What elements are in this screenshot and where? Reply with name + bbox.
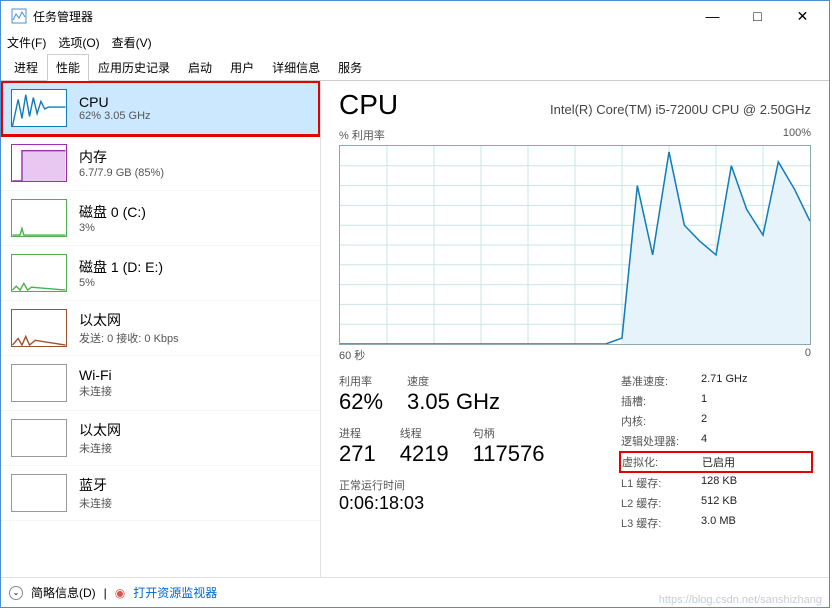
sidebar-item-label: 内存	[79, 147, 164, 167]
l1-cache-value: 128 KB	[701, 475, 737, 491]
titlebar[interactable]: 任务管理器 — □ ✕	[1, 1, 829, 31]
disk-thumbnail	[11, 199, 67, 237]
cores-label: 内核:	[621, 413, 701, 429]
content-area: CPU 62% 3.05 GHz 内存 6.7/7.9 GB (85%)	[1, 81, 829, 577]
handles-label: 句柄	[473, 425, 545, 441]
sidebar-item-label: 磁盘 1 (D: E:)	[79, 257, 163, 277]
handles-value: 117576	[473, 441, 545, 467]
menu-options[interactable]: 选项(O)	[58, 34, 99, 51]
processes-value: 271	[339, 441, 376, 467]
threads-label: 线程	[400, 425, 449, 441]
sidebar-item-sub: 未连接	[79, 383, 112, 399]
detail-panel: CPU Intel(R) Core(TM) i5-7200U CPU @ 2.5…	[321, 81, 829, 577]
cpu-thumbnail	[11, 89, 67, 127]
sidebar-item-label: 以太网	[79, 420, 121, 440]
l2-cache-value: 512 KB	[701, 495, 737, 511]
resmon-icon: ◉	[115, 586, 125, 600]
tab-details[interactable]: 详细信息	[263, 54, 329, 81]
sidebar-item-label: 蓝牙	[79, 475, 112, 495]
sidebar-item-disk0[interactable]: 磁盘 0 (C:) 3%	[1, 191, 320, 246]
sidebar-item-sub: 5%	[79, 277, 163, 289]
sidebar-item-label: Wi-Fi	[79, 367, 112, 383]
virtualization-label: 虚拟化:	[622, 454, 702, 470]
sidebar-item-cpu[interactable]: CPU 62% 3.05 GHz	[1, 81, 320, 136]
chart-x-right: 0	[805, 347, 811, 363]
divider: |	[104, 586, 107, 600]
chevron-down-icon[interactable]: ⌄	[9, 586, 23, 600]
sidebar-item-sub: 未连接	[79, 495, 112, 511]
wifi-thumbnail	[11, 364, 67, 402]
base-speed-value: 2.71 GHz	[701, 373, 747, 389]
chart-x-left: 60 秒	[339, 347, 365, 363]
menu-view[interactable]: 查看(V)	[112, 34, 152, 51]
sidebar-item-sub: 未连接	[79, 440, 121, 456]
task-manager-window: 任务管理器 — □ ✕ 文件(F) 选项(O) 查看(V) 进程 性能 应用历史…	[0, 0, 830, 608]
footer: ⌄ 简略信息(D) | ◉ 打开资源监视器	[1, 577, 829, 607]
open-resource-monitor-link[interactable]: 打开资源监视器	[133, 584, 217, 601]
app-icon	[11, 8, 27, 24]
virtualization-value: 已启用	[702, 454, 735, 470]
ethernet-thumbnail	[11, 419, 67, 457]
sidebar-item-label: CPU	[79, 94, 151, 110]
speed-label: 速度	[407, 373, 500, 389]
sidebar-item-ethernet2[interactable]: 以太网 未连接	[1, 411, 320, 466]
logical-processors-label: 逻辑处理器:	[621, 433, 701, 449]
sidebar-item-disk1[interactable]: 磁盘 1 (D: E:) 5%	[1, 246, 320, 301]
sidebar-item-sub: 发送: 0 接收: 0 Kbps	[79, 330, 179, 346]
chart-y-label: % 利用率	[339, 127, 385, 143]
logical-processors-value: 4	[701, 433, 707, 449]
sidebar-item-label: 以太网	[79, 310, 179, 330]
speed-value: 3.05 GHz	[407, 389, 500, 415]
tab-services[interactable]: 服务	[329, 54, 371, 81]
ethernet-thumbnail	[11, 309, 67, 347]
memory-thumbnail	[11, 144, 67, 182]
fewer-details-link[interactable]: 简略信息(D)	[31, 584, 96, 601]
tab-processes[interactable]: 进程	[5, 54, 47, 81]
cpu-utilization-chart[interactable]	[339, 145, 811, 345]
close-button[interactable]: ✕	[780, 2, 825, 30]
menu-file[interactable]: 文件(F)	[7, 34, 46, 51]
sidebar-item-ethernet[interactable]: 以太网 发送: 0 接收: 0 Kbps	[1, 301, 320, 356]
sidebar-item-memory[interactable]: 内存 6.7/7.9 GB (85%)	[1, 136, 320, 191]
window-title: 任务管理器	[33, 8, 690, 25]
sidebar-item-sub: 6.7/7.9 GB (85%)	[79, 167, 164, 179]
tab-performance[interactable]: 性能	[47, 54, 89, 81]
sidebar-item-sub: 3%	[79, 222, 146, 234]
l1-cache-label: L1 缓存:	[621, 475, 701, 491]
sidebar-item-label: 磁盘 0 (C:)	[79, 202, 146, 222]
sockets-value: 1	[701, 393, 707, 409]
sidebar-item-bluetooth[interactable]: 蓝牙 未连接	[1, 466, 320, 521]
tab-users[interactable]: 用户	[221, 54, 263, 81]
performance-sidebar[interactable]: CPU 62% 3.05 GHz 内存 6.7/7.9 GB (85%)	[1, 81, 321, 577]
processes-label: 进程	[339, 425, 376, 441]
threads-value: 4219	[400, 441, 449, 467]
chart-y-max: 100%	[783, 127, 811, 143]
cores-value: 2	[701, 413, 707, 429]
sidebar-item-wifi[interactable]: Wi-Fi 未连接	[1, 356, 320, 411]
cpu-model: Intel(R) Core(TM) i5-7200U CPU @ 2.50GHz	[550, 102, 811, 117]
minimize-button[interactable]: —	[690, 2, 735, 30]
tab-startup[interactable]: 启动	[179, 54, 221, 81]
menubar: 文件(F) 选项(O) 查看(V)	[1, 31, 829, 53]
base-speed-label: 基准速度:	[621, 373, 701, 389]
l3-cache-value: 3.0 MB	[701, 515, 736, 531]
l2-cache-label: L2 缓存:	[621, 495, 701, 511]
tab-app-history[interactable]: 应用历史记录	[89, 54, 179, 81]
bluetooth-thumbnail	[11, 474, 67, 512]
uptime-label: 正常运行时间	[339, 477, 601, 493]
sidebar-item-sub: 62% 3.05 GHz	[79, 110, 151, 122]
uptime-value: 0:06:18:03	[339, 493, 601, 514]
disk-thumbnail	[11, 254, 67, 292]
l3-cache-label: L3 缓存:	[621, 515, 701, 531]
util-value: 62%	[339, 389, 383, 415]
detail-title: CPU	[339, 89, 398, 121]
util-label: 利用率	[339, 373, 383, 389]
sockets-label: 插槽:	[621, 393, 701, 409]
tabbar: 进程 性能 应用历史记录 启动 用户 详细信息 服务	[1, 53, 829, 81]
maximize-button[interactable]: □	[735, 2, 780, 30]
